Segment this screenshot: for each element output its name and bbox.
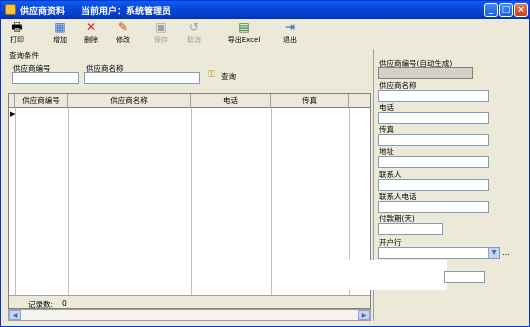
column-header-supplier-name[interactable]: 供应商名称 [68,94,191,108]
delete-button[interactable]: ✕ 删除 [79,20,103,47]
grid-footer: 记录数: 0 [9,295,370,309]
cancel-icon: ↺ [188,20,200,34]
extra-field[interactable] [444,271,485,283]
search-label: 查询 [221,72,236,81]
exit-icon: ⇥ [284,20,296,34]
maximize-button[interactable]: □ [499,3,513,17]
add-icon: ▦ [54,20,66,34]
export-excel-icon: ▤ [238,20,250,34]
scroll-left-icon[interactable]: ◀ [9,310,21,320]
column-header-phone[interactable]: 电话 [191,94,271,108]
scroll-right-icon[interactable]: ▶ [358,310,370,320]
export-excel-button[interactable]: ▤ 导出Excel [225,20,263,47]
payment-days-field[interactable] [378,223,443,235]
supplier-grid[interactable]: 供应商编号 供应商名称 电话 传真 ▶ 记录数: 0 [8,93,371,309]
edit-label: 修改 [116,36,130,44]
minimize-button[interactable]: _ [484,3,498,17]
bank-dropdown[interactable]: ▼ [378,247,500,259]
delete-icon: ✕ [85,20,97,34]
add-label: 增加 [53,36,67,44]
column-header-fax[interactable]: 传真 [271,94,349,108]
title-bar[interactable]: 供应商资料 当前用户：系统管理员 _ □ × [1,1,529,19]
grid-header: 供应商编号 供应商名称 电话 传真 [9,94,370,108]
search-button[interactable]: ⚿ 查询 [207,69,243,83]
address-field[interactable] [378,156,489,168]
phone-field[interactable] [378,112,489,124]
edit-button[interactable]: ✎ 修改 [111,20,135,47]
contact-field[interactable] [378,179,489,191]
record-count-value: 0 [62,299,67,308]
cancel-button[interactable]: ↺ 取消 [182,20,206,47]
add-button[interactable]: ▦ 增加 [47,20,73,47]
search-icon: ⚿ [208,70,215,80]
detail-panel: 供应商编号(自动生成) 供应商名称 电话 传真 地址 联系人 联系人电话 付款期… [341,49,525,321]
app-icon [5,4,16,15]
grid-divider [68,108,69,295]
chevron-down-icon[interactable]: ▼ [488,248,499,258]
grid-divider [15,108,16,295]
blank-area [341,260,447,290]
supplier-window: 供应商资料 当前用户：系统管理员 _ □ × 🖶 打印 ▦ 增加 ✕ 删除 ✎ … [0,0,530,327]
cancel-label: 取消 [187,36,201,44]
grid-divider [191,108,192,295]
save-label: 保存 [154,36,168,44]
save-icon: ▣ [155,20,167,34]
print-button[interactable]: 🖶 打印 [5,20,29,47]
exit-label: 退出 [283,36,297,44]
window-title: 供应商资料 [20,7,66,17]
printer-icon: 🖶 [11,20,23,34]
save-button[interactable]: ▣ 保存 [149,20,173,47]
grid-horizontal-scrollbar[interactable]: ◀ ▶ [8,309,371,321]
column-header-supplier-code[interactable]: 供应商编号 [15,94,68,108]
grid-divider [271,108,272,295]
bank-more-button[interactable]: … [502,248,510,257]
current-user-label: 当前用户：系统管理员 [81,7,172,17]
exit-button[interactable]: ⇥ 退出 [278,20,302,47]
export-excel-label: 导出Excel [227,36,261,44]
supplier-code-query-input[interactable] [12,72,79,84]
supplier-code-field[interactable] [378,67,473,79]
contact-phone-field[interactable] [378,201,489,213]
supplier-name-field[interactable] [378,90,489,102]
close-button[interactable]: × [514,3,528,17]
fax-field[interactable] [378,134,489,146]
edit-icon: ✎ [117,20,129,34]
delete-label: 删除 [84,36,98,44]
print-label: 打印 [10,36,24,44]
query-section-label: 查询条件 [9,51,39,60]
supplier-name-query-input[interactable] [84,72,200,84]
